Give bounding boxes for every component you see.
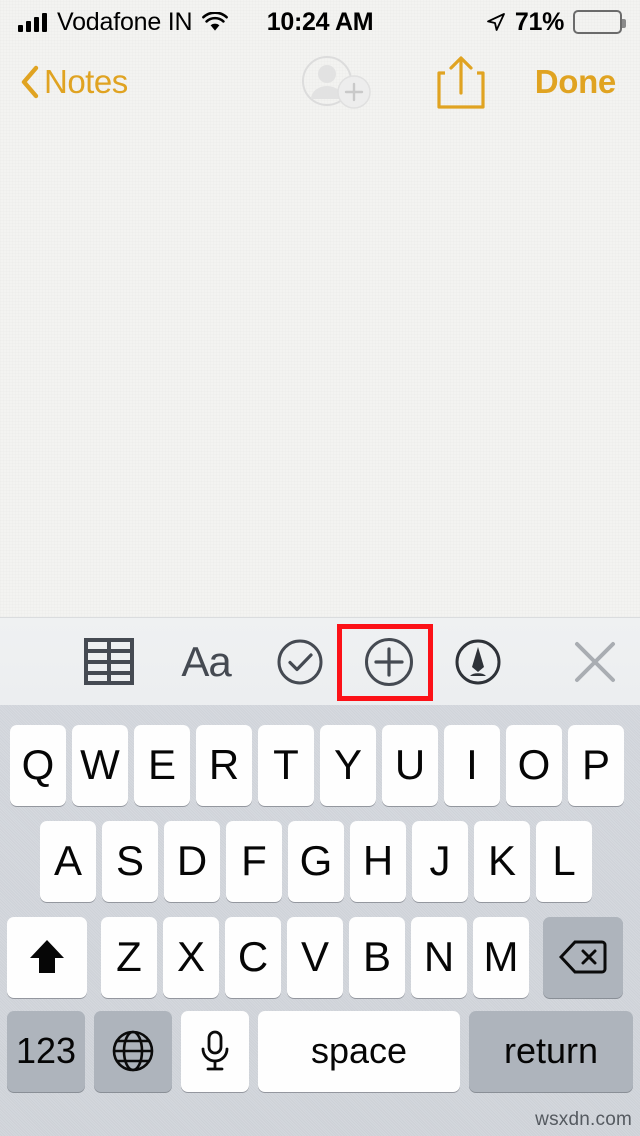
insert-table-button[interactable] [62, 618, 155, 706]
add-person-button[interactable] [296, 54, 378, 110]
key-i[interactable]: I [444, 724, 500, 806]
microphone-icon [201, 1030, 229, 1071]
key-w[interactable]: W [72, 724, 128, 806]
key-v[interactable]: V [287, 916, 343, 998]
status-bar-left: Vodafone IN [18, 8, 267, 37]
keyboard-row-3: Z X C V B N M [0, 909, 640, 1005]
status-bar-center: 10:24 AM [266, 7, 374, 37]
keyboard-accessory-toolbar: Aa [0, 617, 640, 705]
space-key[interactable]: space [258, 1010, 460, 1092]
dictation-key[interactable] [181, 1010, 249, 1092]
add-attachment-icon [364, 637, 413, 686]
key-o[interactable]: O [506, 724, 562, 806]
key-a[interactable]: A [40, 820, 96, 902]
shift-icon [30, 940, 64, 973]
key-d[interactable]: D [164, 820, 220, 902]
on-screen-keyboard: Q W E R T Y U I O P A S D F G H J K L Z … [0, 705, 640, 1136]
iphone-screen: Vodafone IN 10:24 AM 71% Notes Done Aa Q… [0, 0, 640, 1136]
key-r[interactable]: R [196, 724, 252, 806]
wifi-icon [202, 12, 229, 32]
keyboard-row-1: Q W E R T Y U I O P [0, 717, 640, 813]
key-y[interactable]: Y [320, 724, 376, 806]
checklist-button[interactable] [257, 618, 343, 706]
add-attachment-button[interactable] [342, 618, 434, 706]
close-icon [575, 641, 616, 682]
key-j[interactable]: J [412, 820, 468, 902]
back-button-label: Notes [44, 63, 128, 100]
table-icon [83, 638, 134, 685]
status-bar: Vodafone IN 10:24 AM 71% [0, 0, 640, 44]
share-icon [437, 56, 485, 109]
key-h[interactable]: H [350, 820, 406, 902]
backspace-key[interactable] [543, 916, 623, 998]
key-z[interactable]: Z [101, 916, 157, 998]
key-p[interactable]: P [568, 724, 624, 806]
clock-label: 10:24 AM [266, 7, 374, 36]
keyboard-row-2: A S D F G H J K L [0, 813, 640, 909]
backspace-icon [559, 940, 607, 974]
key-l[interactable]: L [536, 820, 592, 902]
key-e[interactable]: E [134, 724, 190, 806]
text-format-button[interactable]: Aa [155, 618, 256, 706]
markup-pen-icon [455, 639, 501, 684]
key-u[interactable]: U [382, 724, 438, 806]
key-x[interactable]: X [163, 916, 219, 998]
watermark: wsxdn.com [535, 1109, 632, 1130]
keyboard-row-4: 123 space return [0, 1005, 640, 1097]
battery-icon [573, 10, 627, 34]
key-g[interactable]: G [288, 820, 344, 902]
navigation-bar: Notes Done [0, 44, 640, 120]
key-k[interactable]: K [474, 820, 530, 902]
key-f[interactable]: F [226, 820, 282, 902]
key-q[interactable]: Q [10, 724, 66, 806]
globe-icon [112, 1030, 154, 1072]
done-button[interactable]: Done [535, 63, 617, 101]
checklist-icon [277, 639, 322, 684]
key-m[interactable]: M [473, 916, 529, 998]
format-icon-label: Aa [181, 637, 231, 685]
numbers-key[interactable]: 123 [7, 1010, 85, 1092]
note-text-area[interactable] [0, 120, 640, 617]
battery-percent-label: 71% [514, 7, 565, 36]
close-toolbar-button[interactable] [550, 618, 640, 706]
return-key[interactable]: return [469, 1010, 633, 1092]
markup-button[interactable] [435, 618, 521, 706]
carrier-label: Vodafone IN [57, 7, 193, 36]
globe-key[interactable] [94, 1010, 172, 1092]
shift-key[interactable] [7, 916, 87, 998]
key-t[interactable]: T [258, 724, 314, 806]
chevron-left-icon [20, 65, 40, 99]
add-person-icon [302, 56, 371, 109]
signal-bars-icon [18, 12, 47, 32]
share-button[interactable] [434, 53, 488, 111]
key-s[interactable]: S [102, 820, 158, 902]
key-n[interactable]: N [411, 916, 467, 998]
location-arrow-icon [486, 12, 506, 32]
key-c[interactable]: C [225, 916, 281, 998]
back-to-notes-button[interactable]: Notes [20, 63, 128, 101]
status-bar-right: 71% [373, 7, 627, 37]
key-b[interactable]: B [349, 916, 405, 998]
